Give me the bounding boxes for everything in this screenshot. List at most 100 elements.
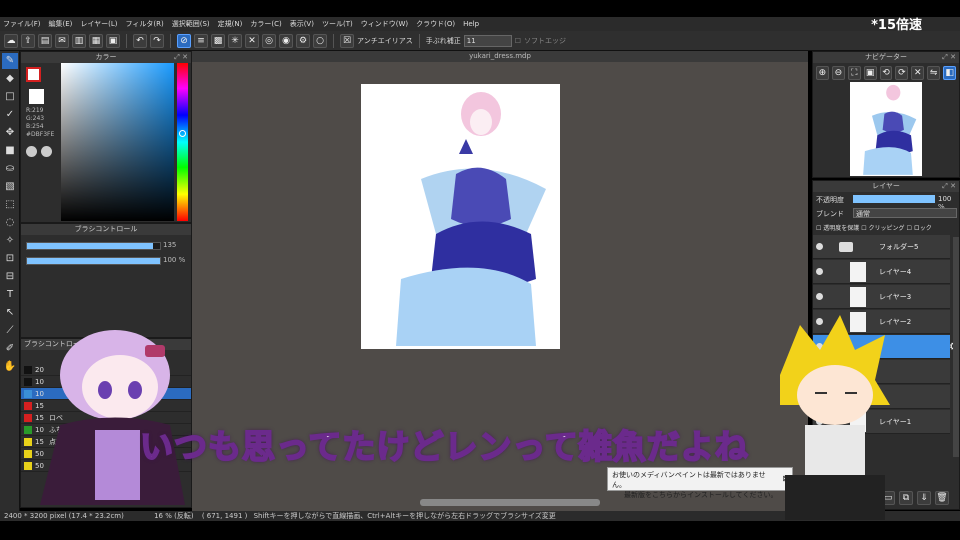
brush-size-value: 135 <box>163 241 177 249</box>
visibility-eye-icon[interactable] <box>816 293 823 300</box>
menu-filter[interactable]: フィルタ(R) <box>126 19 164 29</box>
antialias-label: アンチエイリアス <box>357 36 413 45</box>
eraser-tool-icon[interactable]: ◆ <box>2 71 18 87</box>
menu-file[interactable]: ファイル(F) <box>3 19 41 29</box>
horizontal-scrollbar[interactable] <box>420 499 600 506</box>
cloud-icon[interactable]: ☁ <box>4 33 18 48</box>
menu-select[interactable]: 選択範囲(S) <box>172 19 210 29</box>
saturation-value-picker[interactable] <box>61 63 174 221</box>
fill-rect-tool-icon[interactable]: ■ <box>2 143 18 159</box>
stabilizer-select[interactable]: 11 <box>463 34 512 47</box>
select-eraser-tool-icon[interactable]: ⊟ <box>2 269 18 285</box>
snap-concentric-icon[interactable]: ◉ <box>279 33 293 48</box>
snap-grid-icon[interactable]: ▩ <box>211 33 225 48</box>
merge-layer-icon[interactable]: ⇓ <box>917 491 931 505</box>
menu-layer[interactable]: レイヤー(L) <box>80 19 117 29</box>
color-r-value: R:219 <box>26 107 44 114</box>
tool-palette: ✎ ◆ □ ✓ ✥ ■ ⛀ ▧ ⬚ ◌ ✧ ⊡ ⊟ T ↖ ⟋ ✐ ✋ <box>0 51 20 511</box>
drawing-canvas[interactable] <box>361 84 560 349</box>
navigator-buttons: ⊕ ⊖ ⛶ ▣ ⟲ ⟳ ✕ ⇋ ◧ <box>813 63 959 83</box>
visibility-eye-icon[interactable] <box>816 243 823 250</box>
navigator-thumbnail[interactable] <box>850 82 922 176</box>
brush-opacity-slider[interactable] <box>26 257 161 265</box>
menu-color[interactable]: カラー(C) <box>250 19 281 29</box>
color-dropper-icon[interactable] <box>41 146 52 157</box>
color-panel-title: カラー ⤢ ✕ <box>21 52 191 63</box>
hand-tool-icon[interactable]: ✋ <box>2 359 18 375</box>
foreground-color-swatch[interactable] <box>26 67 41 82</box>
palette-icon[interactable] <box>26 146 37 157</box>
actual-size-icon[interactable]: ▣ <box>863 66 877 80</box>
menu-ruler[interactable]: 定規(N) <box>218 19 243 29</box>
split-view-icon[interactable]: ◧ <box>943 66 957 80</box>
layer-folder[interactable]: フォルダー5 <box>813 235 950 259</box>
clipping-checkbox[interactable]: ☐ <box>861 225 868 232</box>
menu-help[interactable]: Help <box>463 20 479 28</box>
reset-view-icon[interactable]: ✕ <box>911 66 925 80</box>
layer-scrollbar[interactable] <box>953 237 959 457</box>
delete-layer-icon[interactable]: 🗑 <box>935 491 949 505</box>
pen-tool-icon[interactable]: ✐ <box>2 341 18 357</box>
gradient-tool-icon[interactable]: ▧ <box>2 179 18 195</box>
visibility-eye-icon[interactable] <box>816 268 823 275</box>
menu-tool[interactable]: ツール(T) <box>322 19 353 29</box>
blur-tool-icon[interactable]: ✓ <box>2 107 18 123</box>
color-hex-value: #DBF3FE <box>26 131 55 138</box>
undo-icon[interactable]: ↶ <box>133 33 147 48</box>
layer-opacity-slider[interactable] <box>853 195 935 203</box>
menu-view[interactable]: 表示(V) <box>290 19 314 29</box>
document-tab[interactable]: yukari_dress.mdp <box>192 51 808 62</box>
save-icon[interactable]: ▤ <box>38 33 52 48</box>
lock-checkbox[interactable]: ☐ <box>906 225 913 232</box>
snap-parallel-icon[interactable]: ≡ <box>194 33 208 48</box>
hue-handle[interactable] <box>179 130 186 137</box>
select-pen-tool-icon[interactable]: ⊡ <box>2 251 18 267</box>
snap-off-icon[interactable]: ⊘ <box>177 33 191 48</box>
menu-edit[interactable]: 編集(E) <box>49 19 73 29</box>
snap-cross-icon[interactable]: ✕ <box>245 33 259 48</box>
book-icon[interactable]: ▥ <box>72 33 86 48</box>
layer-item[interactable]: レイヤー3 <box>813 285 950 309</box>
blend-select[interactable]: 通常 <box>853 208 957 218</box>
operation-tool-icon[interactable]: ↖ <box>2 305 18 321</box>
export-icon[interactable]: ⇪ <box>21 33 35 48</box>
rotate-left-icon[interactable]: ⟲ <box>879 66 893 80</box>
menu-cloud[interactable]: クラウド(O) <box>416 19 455 29</box>
skirt-shape <box>396 267 536 346</box>
antialias-checkbox[interactable]: ☒ <box>340 33 354 48</box>
blend-label: ブレンド <box>816 210 844 218</box>
layer-item[interactable]: レイヤー4 <box>813 260 950 284</box>
rotate-right-icon[interactable]: ⟳ <box>895 66 909 80</box>
bucket-tool-icon[interactable]: ⛀ <box>2 161 18 177</box>
layout-icon[interactable]: ▣ <box>106 33 120 48</box>
background-color-swatch[interactable] <box>29 89 44 104</box>
soft-edge-checkbox[interactable]: ☐ <box>515 37 521 45</box>
magic-wand-tool-icon[interactable]: ✧ <box>2 233 18 249</box>
color-panel: カラー ⤢ ✕ R:219 G:243 B:254 #DBF3FE <box>20 51 192 223</box>
canvas-size: 2400 * 3200 pixel (17.4 * 23.2cm) <box>4 512 124 520</box>
lasso-tool-icon[interactable]: ◌ <box>2 215 18 231</box>
zoom-out-icon[interactable]: ⊖ <box>831 66 845 80</box>
snap-circle-icon[interactable]: ◎ <box>262 33 276 48</box>
menu-window[interactable]: ウィンドウ(W) <box>361 19 408 29</box>
notice-line-1: お使いのメディバンペイントは最新ではありません。 <box>612 471 766 489</box>
select-tool-icon[interactable]: ⬚ <box>2 197 18 213</box>
move-tool-icon[interactable]: ✥ <box>2 125 18 141</box>
hue-slider[interactable] <box>177 63 188 221</box>
grid-icon[interactable]: ▦ <box>89 33 103 48</box>
snap-settings-icon[interactable]: ⚙ <box>296 33 310 48</box>
dropper-tool-icon[interactable]: ⟋ <box>2 323 18 339</box>
fit-icon[interactable]: ⛶ <box>847 66 861 80</box>
brush-size-slider[interactable] <box>26 242 161 250</box>
brush-tool-icon[interactable]: ✎ <box>2 53 18 69</box>
flip-view-icon[interactable]: ⇋ <box>927 66 941 80</box>
duplicate-layer-icon[interactable]: ⧉ <box>899 491 913 505</box>
snap-curve-icon[interactable]: ○ <box>313 33 327 48</box>
snap-radial-icon[interactable]: ✳ <box>228 33 242 48</box>
comment-icon[interactable]: ✉ <box>55 33 69 48</box>
navigator-panel: ナビゲーター ⤢ ✕ ⊕ ⊖ ⛶ ▣ ⟲ ⟳ ✕ ⇋ ◧ <box>812 51 960 178</box>
redo-icon[interactable]: ↷ <box>150 33 164 48</box>
text-tool-icon[interactable]: T <box>2 287 18 303</box>
dot-tool-icon[interactable]: □ <box>2 89 18 105</box>
zoom-in-icon[interactable]: ⊕ <box>816 66 829 80</box>
